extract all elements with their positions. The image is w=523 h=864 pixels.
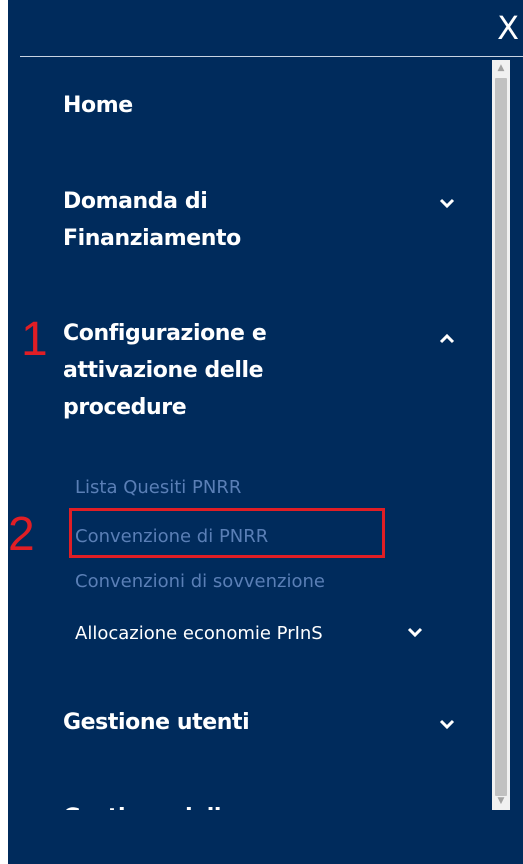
scroll-down-arrow-icon[interactable]: ▼ [492, 793, 510, 810]
close-button[interactable]: X [497, 8, 519, 48]
menu-item-gestione-assegnazioni-label: Gestione delle assegnazioni [63, 799, 393, 810]
scroll-up-arrow-icon[interactable]: ▲ [492, 60, 510, 77]
menu-list: Home Domanda di Finanziamento Configuraz… [8, 0, 492, 810]
submenu-item-convenzioni-sovvenzione[interactable]: Convenzioni di sovvenzione [75, 568, 475, 596]
menu-item-home[interactable]: Home [63, 87, 463, 124]
chevron-down-icon[interactable] [439, 195, 455, 211]
chevron-up-icon[interactable] [439, 331, 455, 347]
submenu-item-lista-quesiti[interactable]: Lista Quesiti PNRR [75, 474, 475, 502]
submenu-item-allocazione-label: Allocazione economie PrInS [75, 623, 323, 644]
chevron-down-icon[interactable] [407, 624, 423, 640]
scrollbar-thumb[interactable] [495, 78, 507, 796]
menu-item-configurazione[interactable]: Configurazione e attivazione delle proce… [63, 315, 463, 426]
annotation-marker-1: 1 [21, 313, 48, 366]
chevron-down-icon[interactable] [439, 716, 455, 732]
menu-item-domanda-label: Domanda di Finanziamento [63, 189, 241, 251]
annotation-highlight-box [69, 508, 385, 558]
menu-item-domanda-finanziamento[interactable]: Domanda di Finanziamento [63, 183, 463, 257]
submenu-item-allocazione-economie[interactable]: Allocazione economie PrInS [75, 620, 475, 648]
menu-item-home-label: Home [63, 93, 133, 118]
side-menu-panel: X Home Domanda di Finanziamento Configur… [8, 0, 523, 864]
menu-item-gestione-utenti-label: Gestione utenti [63, 710, 250, 735]
vertical-scrollbar[interactable]: ▲ ▼ [492, 60, 510, 810]
annotation-marker-2: 2 [8, 508, 35, 561]
menu-item-gestione-assegnazioni[interactable]: Gestione delle assegnazioni [63, 799, 463, 810]
menu-bottom-band [8, 810, 523, 864]
menu-item-configurazione-label: Configurazione e attivazione delle proce… [63, 321, 267, 420]
menu-item-gestione-utenti[interactable]: Gestione utenti [63, 704, 463, 741]
